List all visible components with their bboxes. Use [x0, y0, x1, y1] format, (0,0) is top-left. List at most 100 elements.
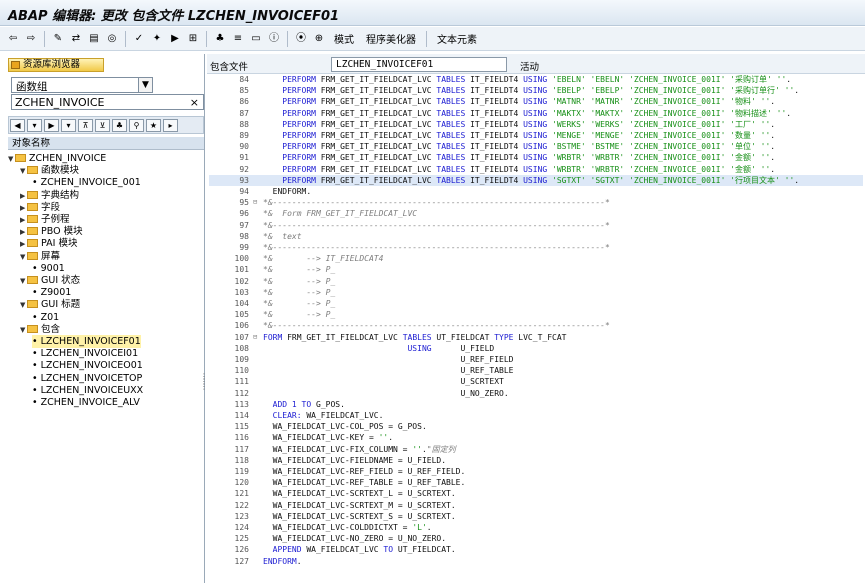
code-editor[interactable]: 84 PERFORM FRM_GET_IT_FIELDCAT_LVC TABLE…: [209, 74, 863, 583]
change-display-icon[interactable]: ✎: [51, 32, 65, 46]
pattern-button[interactable]: 模式: [334, 31, 354, 46]
code-line[interactable]: 112 U_NO_ZERO.: [209, 388, 863, 399]
tree-folder[interactable]: ▼ 包含: [20, 323, 60, 336]
code-line[interactable]: 106 *&-----------------------------------…: [209, 320, 863, 331]
code-line[interactable]: 97 *&------------------------------------…: [209, 220, 863, 231]
pretty-printer-button[interactable]: 程序美化器: [366, 31, 416, 46]
code-line[interactable]: 101 *& --> P_: [209, 264, 863, 275]
code-line[interactable]: 98 *& text: [209, 231, 863, 242]
tree-folder[interactable]: ▼ 函数模块: [20, 164, 79, 177]
code-line[interactable]: 105 *& --> P_: [209, 309, 863, 320]
pretty-print-icon[interactable]: ≡: [231, 32, 245, 46]
object-name-input[interactable]: ZCHEN_INVOICE ×: [11, 94, 204, 110]
code-line[interactable]: 91 PERFORM FRM_GET_IT_FIELDCAT_LVC TABLE…: [209, 152, 863, 163]
display-object-icon[interactable]: ◎: [105, 32, 119, 46]
code-line[interactable]: 94 ENDFORM.: [209, 186, 863, 197]
code-line[interactable]: 102 *& --> P_: [209, 276, 863, 287]
code-line[interactable]: 92 PERFORM FRM_GET_IT_FIELDCAT_LVC TABLE…: [209, 164, 863, 175]
expand-icon[interactable]: ⊻: [95, 118, 110, 132]
forward-icon[interactable]: ⇨: [24, 32, 38, 46]
nav-forward-dropdown-icon[interactable]: ▾: [61, 118, 76, 132]
more-icon[interactable]: ▸: [163, 118, 178, 132]
tree-item[interactable]: • LZCHEN_INVOICEUXX: [32, 384, 143, 397]
fold-marker-icon[interactable]: ⊟: [253, 197, 261, 208]
expanded-triangle-icon[interactable]: ▼: [20, 251, 27, 264]
code-line[interactable]: 122 WA_FIELDCAT_LVC-SCRTEXT_M = U_SCRTEX…: [209, 500, 863, 511]
check-icon[interactable]: ✓: [132, 32, 146, 46]
nav-forward-icon[interactable]: ▶: [44, 118, 59, 132]
tree-folder[interactable]: ▼ GUI 标题: [20, 298, 80, 311]
test-icon[interactable]: ▶: [168, 32, 182, 46]
tree-folder[interactable]: ▶ PBO 模块: [20, 225, 83, 238]
code-line[interactable]: 107 ⊟ FORM FRM_GET_IT_FIELDCAT_LVC TABLES …: [209, 332, 863, 343]
tree-folder[interactable]: ▶ 字段: [20, 201, 60, 214]
tree-folder[interactable]: ▼ 屏幕: [20, 250, 60, 263]
expanded-triangle-icon[interactable]: ▼: [20, 275, 27, 288]
tree-item[interactable]: • LZCHEN_INVOICEF01: [32, 335, 141, 348]
code-line[interactable]: 99 *&------------------------------------…: [209, 242, 863, 253]
code-line[interactable]: 127 ENDFORM.: [209, 556, 863, 567]
switch-icon[interactable]: ⇄: [69, 32, 83, 46]
tree-item[interactable]: • LZCHEN_INVOICEO01: [32, 359, 143, 372]
code-line[interactable]: 124 WA_FIELDCAT_LVC-COLDDICTXT = 'L'.: [209, 522, 863, 533]
tree-item[interactable]: • 9001: [32, 262, 65, 275]
tree-item[interactable]: • LZCHEN_INVOICEI01: [32, 347, 138, 360]
code-line[interactable]: 104 *& --> P_: [209, 298, 863, 309]
session-breakpoint-icon[interactable]: ⊕: [312, 32, 326, 46]
code-line[interactable]: 89 PERFORM FRM_GET_IT_FIELDCAT_LVC TABLE…: [209, 130, 863, 141]
window-icon[interactable]: ▭: [249, 32, 263, 46]
info-icon[interactable]: ⓘ: [267, 32, 281, 46]
expanded-triangle-icon[interactable]: ▼: [8, 153, 15, 166]
tree-item[interactable]: • Z01: [32, 311, 59, 324]
splitter-handle[interactable]: ⋮ ⋮ ⋮: [200, 373, 208, 394]
tree-item[interactable]: • ZCHEN_INVOICE_ALV: [32, 396, 140, 409]
text-elements-button[interactable]: 文本元素: [437, 31, 477, 46]
code-line[interactable]: 118 WA_FIELDCAT_LVC-FIELDNAME = U_FIELD.: [209, 455, 863, 466]
object-list-icon[interactable]: ▤: [87, 32, 101, 46]
code-line[interactable]: 87 PERFORM FRM_GET_IT_FIELDCAT_LVC TABLE…: [209, 108, 863, 119]
where-used-icon[interactable]: ⊞: [186, 32, 200, 46]
code-line[interactable]: 86 PERFORM FRM_GET_IT_FIELDCAT_LVC TABLE…: [209, 96, 863, 107]
tree-item[interactable]: • LZCHEN_INVOICETOP: [32, 372, 142, 385]
code-line[interactable]: 110 U_REF_TABLE: [209, 365, 863, 376]
tree-folder[interactable]: ▶ 子例程: [20, 213, 70, 226]
code-line[interactable]: 121 WA_FIELDCAT_LVC-SCRTEXT_L = U_SCRTEX…: [209, 488, 863, 499]
tree-item[interactable]: • Z9001: [32, 286, 71, 299]
tree-folder[interactable]: ▼ ZCHEN_INVOICE: [8, 152, 106, 165]
code-line[interactable]: 111 U_SCRTEXT: [209, 376, 863, 387]
code-line[interactable]: 120 WA_FIELDCAT_LVC-REF_TABLE = U_REF_TA…: [209, 477, 863, 488]
nav-back-dropdown-icon[interactable]: ▾: [27, 118, 42, 132]
code-line[interactable]: 126 APPEND WA_FIELDCAT_LVC TO UT_FIELDCA…: [209, 544, 863, 555]
nav-back-icon[interactable]: ◀: [10, 118, 25, 132]
back-icon[interactable]: ⇦: [6, 32, 20, 46]
object-type-select[interactable]: 函数组 ▼: [11, 77, 153, 93]
code-line[interactable]: 117 WA_FIELDCAT_LVC-FIX_COLUMN = ''."固定列: [209, 444, 863, 455]
code-line[interactable]: 115 WA_FIELDCAT_LVC-COL_POS = G_POS.: [209, 421, 863, 432]
activate-icon[interactable]: ✦: [150, 32, 164, 46]
close-icon[interactable]: ×: [190, 96, 199, 109]
code-line[interactable]: 109 U_REF_FIELD: [209, 354, 863, 365]
code-line[interactable]: 90 PERFORM FRM_GET_IT_FIELDCAT_LVC TABLE…: [209, 141, 863, 152]
code-line[interactable]: 119 WA_FIELDCAT_LVC-REF_FIELD = U_REF_FI…: [209, 466, 863, 477]
breakpoint-icon[interactable]: ⦿: [294, 32, 308, 46]
expanded-triangle-icon[interactable]: ▼: [20, 165, 27, 178]
code-line[interactable]: 93 PERFORM FRM_GET_IT_FIELDCAT_LVC TABLE…: [209, 174, 863, 186]
tree-item[interactable]: • ZCHEN_INVOICE_001: [32, 176, 141, 189]
hierarchy-icon[interactable]: ♣: [213, 32, 227, 46]
code-line[interactable]: 84 PERFORM FRM_GET_IT_FIELDCAT_LVC TABLE…: [209, 74, 863, 85]
expanded-triangle-icon[interactable]: ▼: [20, 324, 27, 337]
collapse-icon[interactable]: ⊼: [78, 118, 93, 132]
code-line[interactable]: 103 *& --> P_: [209, 287, 863, 298]
repository-browser-button[interactable]: 资源库浏览器: [8, 58, 104, 72]
tree-folder[interactable]: ▶ PAI 模块: [20, 237, 77, 250]
code-line[interactable]: 108 USING U_FIELD: [209, 343, 863, 354]
code-line[interactable]: 114 CLEAR: WA_FIELDCAT_LVC.: [209, 410, 863, 421]
code-line[interactable]: 85 PERFORM FRM_GET_IT_FIELDCAT_LVC TABLE…: [209, 85, 863, 96]
code-line[interactable]: 95 ⊟ *&-----------------------------------…: [209, 197, 863, 208]
tree-folder[interactable]: ▶ 字典结构: [20, 189, 79, 202]
binoculars-icon[interactable]: ⚲: [129, 118, 144, 132]
expanded-triangle-icon[interactable]: ▼: [20, 299, 27, 312]
code-line[interactable]: 88 PERFORM FRM_GET_IT_FIELDCAT_LVC TABLE…: [209, 119, 863, 130]
chevron-down-icon[interactable]: ▼: [138, 78, 152, 92]
tree-folder[interactable]: ▼ GUI 状态: [20, 274, 80, 287]
